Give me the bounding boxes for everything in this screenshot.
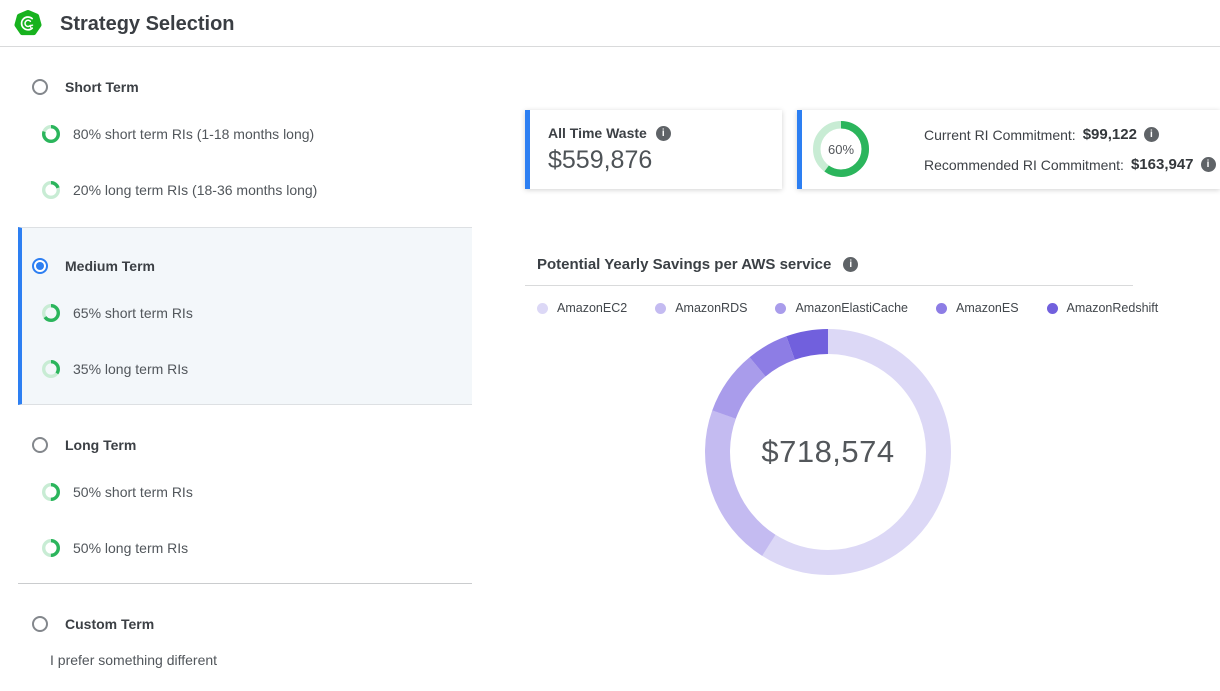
legend-dot-icon: [537, 303, 548, 314]
ratio-ring-icon: [42, 539, 60, 557]
sub-item-label: 35% long term RIs: [73, 361, 188, 377]
sub-item: 80% short term RIs (1-18 months long): [42, 125, 314, 143]
legend-label: AmazonEC2: [557, 301, 627, 315]
option-label: Medium Term: [65, 258, 155, 274]
chart-title-row: Potential Yearly Savings per AWS service…: [537, 256, 858, 273]
option-long-term[interactable]: Long Term: [32, 435, 136, 455]
savings-donut-chart: $718,574: [703, 327, 953, 577]
sub-item: 50% long term RIs: [42, 539, 188, 557]
sub-item: 50% short term RIs: [42, 483, 193, 501]
info-icon[interactable]: i: [656, 126, 671, 141]
ratio-ring-icon: [42, 360, 60, 378]
commitment-gauge: 60%: [813, 121, 869, 177]
sub-item: 20% long term RIs (18-36 months long): [42, 181, 317, 199]
recommended-commitment-label: Recommended RI Commitment:: [924, 157, 1124, 173]
sub-item-label: 65% short term RIs: [73, 305, 193, 321]
legend-label: AmazonES: [956, 301, 1019, 315]
current-commitment-value: $99,122: [1083, 126, 1137, 143]
option-label: Short Term: [65, 79, 139, 95]
legend-dot-icon: [655, 303, 666, 314]
page-title: Strategy Selection: [60, 13, 235, 36]
legend-label: AmazonElastiCache: [795, 301, 908, 315]
legend-label: AmazonRDS: [675, 301, 747, 315]
radio-short-term[interactable]: [32, 79, 48, 95]
radio-long-term[interactable]: [32, 437, 48, 453]
donut-center-value: $718,574: [703, 327, 953, 577]
ri-commitment-card: 60% Current RI Commitment: $99,122 i Rec…: [797, 110, 1220, 189]
app-header: Strategy Selection: [0, 0, 1220, 47]
option-label: Custom Term: [65, 616, 154, 632]
legend-dot-icon: [775, 303, 786, 314]
info-icon[interactable]: i: [1144, 127, 1159, 142]
legend-item-AmazonEC2[interactable]: AmazonEC2: [537, 301, 627, 315]
ratio-ring-icon: [42, 125, 60, 143]
legend-dot-icon: [1047, 303, 1058, 314]
chart-divider: [525, 285, 1133, 286]
current-commitment-row: Current RI Commitment: $99,122 i: [924, 124, 1216, 145]
waste-card-label: All Time Waste: [548, 125, 647, 141]
radio-medium-term[interactable]: [32, 258, 48, 274]
current-commitment-label: Current RI Commitment:: [924, 127, 1076, 143]
info-icon[interactable]: i: [1201, 157, 1216, 172]
sub-item: 65% short term RIs: [42, 304, 193, 322]
radio-custom-term[interactable]: [32, 616, 48, 632]
custom-term-description: I prefer something different: [50, 651, 217, 669]
recommended-commitment-row: Recommended RI Commitment: $163,947 i: [924, 154, 1216, 175]
legend-item-AmazonRedshift[interactable]: AmazonRedshift: [1047, 301, 1159, 315]
sub-item-label: 80% short term RIs (1-18 months long): [73, 126, 314, 142]
ratio-ring-icon: [42, 181, 60, 199]
brand-logo-icon: [13, 9, 43, 39]
sub-item-label: 20% long term RIs (18-36 months long): [73, 182, 317, 198]
section-divider: [18, 583, 472, 584]
legend-label: AmazonRedshift: [1067, 301, 1159, 315]
legend-item-AmazonRDS[interactable]: AmazonRDS: [655, 301, 747, 315]
sub-item: 35% long term RIs: [42, 360, 188, 378]
waste-card-value: $559,876: [548, 146, 782, 175]
ratio-ring-icon: [42, 304, 60, 322]
sub-item-label: 50% short term RIs: [73, 484, 193, 500]
chart-legend: AmazonEC2 AmazonRDS AmazonElastiCache Amazo…: [537, 301, 1158, 315]
legend-item-AmazonElastiCache[interactable]: AmazonElastiCache: [775, 301, 908, 315]
ratio-ring-icon: [42, 483, 60, 501]
gauge-percent-label: 60%: [813, 121, 869, 177]
info-icon[interactable]: i: [843, 257, 858, 272]
strategy-options-panel: Short Term 80% short term RIs (1-18 mont…: [18, 60, 472, 691]
legend-dot-icon: [936, 303, 947, 314]
all-time-waste-card: All Time Waste i $559,876: [525, 110, 782, 189]
chart-title: Potential Yearly Savings per AWS service: [537, 256, 831, 273]
option-short-term[interactable]: Short Term: [32, 77, 139, 97]
option-custom-term[interactable]: Custom Term: [32, 614, 154, 634]
option-medium-term[interactable]: Medium Term: [32, 256, 155, 276]
sub-item-label: 50% long term RIs: [73, 540, 188, 556]
legend-item-AmazonES[interactable]: AmazonES: [936, 301, 1019, 315]
option-label: Long Term: [65, 437, 136, 453]
recommended-commitment-value: $163,947: [1131, 156, 1194, 173]
